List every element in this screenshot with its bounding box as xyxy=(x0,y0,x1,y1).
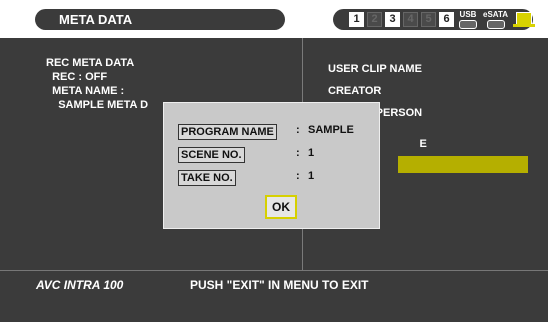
slot-1-indicator: 1 xyxy=(349,12,364,27)
page-title: META DATA xyxy=(35,9,285,30)
take-no-label: TAKE NO. xyxy=(178,170,236,186)
scene-no-value: 1 xyxy=(308,147,315,159)
program-name-label: PROGRAM NAME xyxy=(178,124,277,140)
take-no-colon: : xyxy=(296,170,300,182)
metadata-dialog: PROGRAM NAME : SAMPLE SCENE NO. : 1 TAKE… xyxy=(163,102,380,229)
right-line: E xyxy=(395,138,427,150)
left-line: REC META DATA xyxy=(46,57,135,69)
slot-5-indicator: 5 xyxy=(421,12,436,27)
left-line: META NAME : xyxy=(46,85,125,97)
esata-drive-icon: eSATA xyxy=(483,11,508,29)
program-name-colon: : xyxy=(296,124,300,136)
esata-disk-icon xyxy=(486,20,505,29)
meta-data-screen: META DATA 1 2 3 4 5 6 USB eSATA REC META… xyxy=(0,0,548,322)
selected-row-highlight[interactable] xyxy=(398,156,528,173)
status-message: PUSH "EXIT" IN MENU TO EXIT xyxy=(190,278,369,292)
program-name-value: SAMPLE xyxy=(308,124,354,136)
header-bar: META DATA 1 2 3 4 5 6 USB eSATA xyxy=(0,0,548,38)
slot-6-indicator: 6 xyxy=(439,12,454,27)
usb-label: USB xyxy=(459,10,477,19)
left-line: SAMPLE META D xyxy=(46,99,149,111)
media-indicator-bar: 1 2 3 4 5 6 USB eSATA xyxy=(333,9,535,30)
esata-label: eSATA xyxy=(483,10,509,19)
right-line: CREATOR xyxy=(328,85,382,97)
usb-drive-icon: USB xyxy=(459,11,477,29)
battery-icon xyxy=(513,12,535,27)
avc-intra-logo: AVC INTRA 100 xyxy=(36,278,124,292)
usb-disk-icon xyxy=(459,20,477,29)
take-no-value: 1 xyxy=(308,170,315,182)
right-panel-partial: E xyxy=(395,137,427,151)
slot-4-indicator: 4 xyxy=(403,12,418,27)
left-panel: REC META DATA REC : OFF META NAME : SAMP… xyxy=(46,56,148,112)
left-line: REC : OFF xyxy=(46,71,108,83)
slot-2-indicator: 2 xyxy=(367,12,382,27)
slot-3-indicator: 3 xyxy=(385,12,400,27)
ok-button[interactable]: OK xyxy=(265,195,297,219)
footer-bar: AVC INTRA 100 PUSH "EXIT" IN MENU TO EXI… xyxy=(0,270,548,322)
scene-no-colon: : xyxy=(296,147,300,159)
scene-no-label: SCENE NO. xyxy=(178,147,245,163)
right-line: USER CLIP NAME xyxy=(328,63,422,75)
